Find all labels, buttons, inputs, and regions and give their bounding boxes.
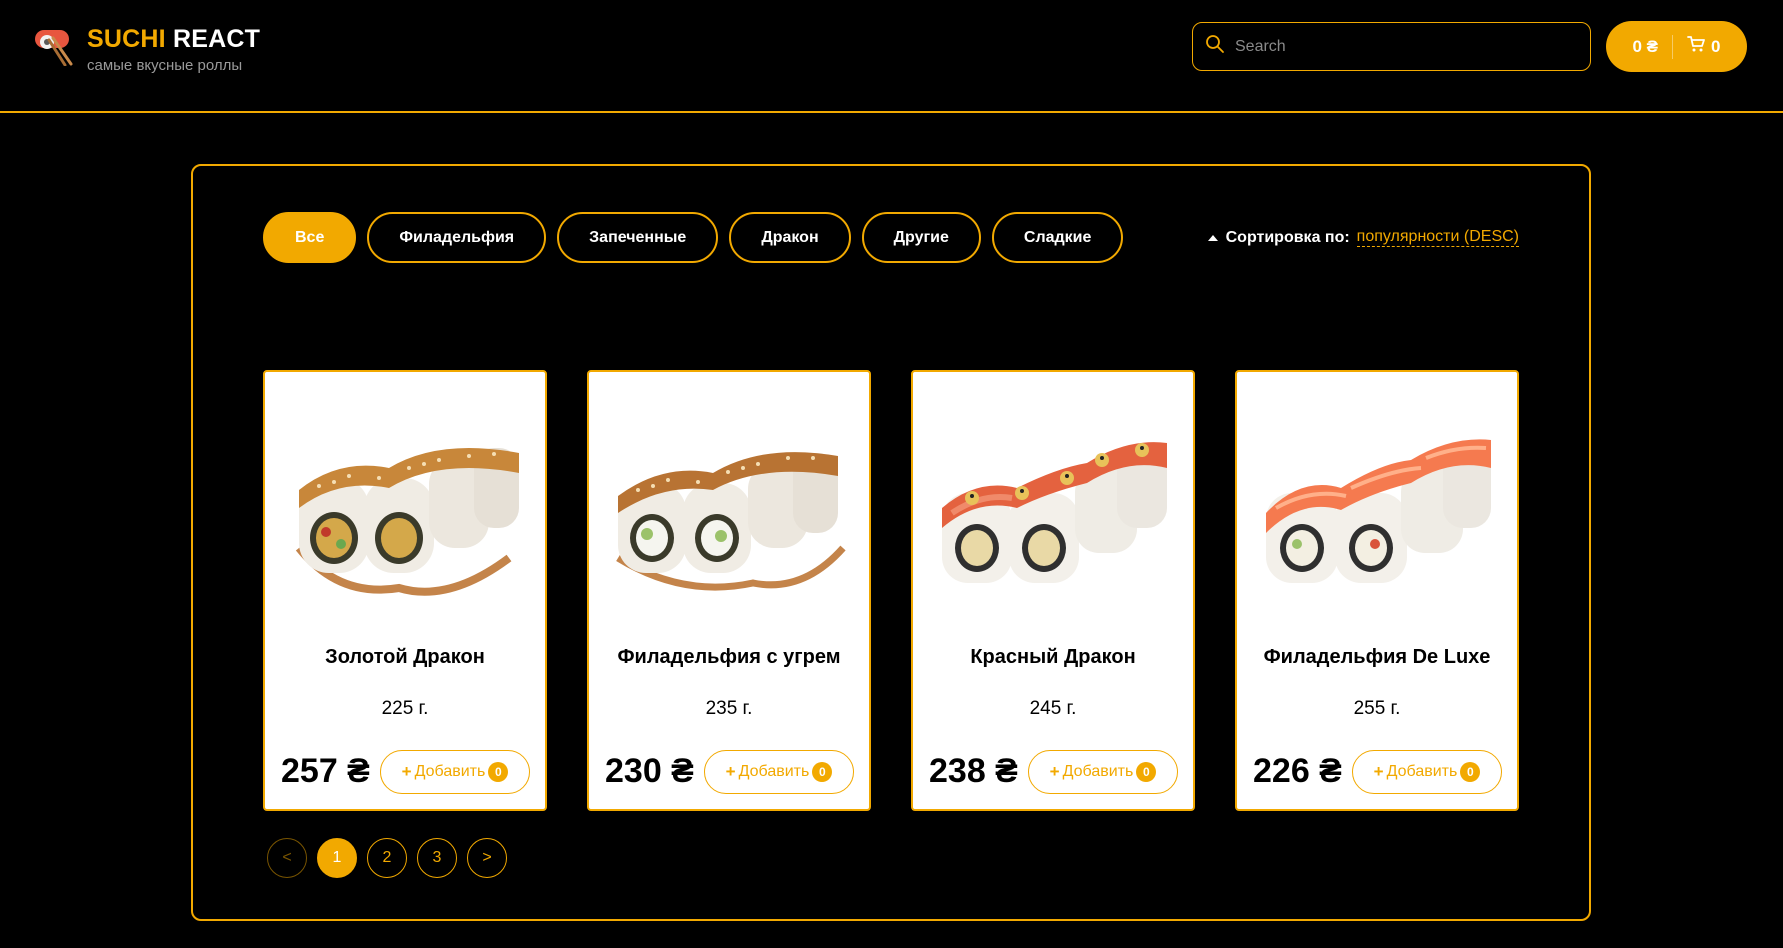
product-card: Золотой Дракон 225 г. 257 ₴ + Добавить 0: [263, 370, 547, 811]
cart-divider: [1672, 34, 1674, 59]
product-price: 230 ₴: [605, 752, 694, 790]
add-to-cart-button[interactable]: + Добавить 0: [1352, 750, 1502, 794]
category-philadelphia[interactable]: Филадельфия: [367, 212, 547, 263]
next-page-button[interactable]: >: [467, 838, 507, 878]
plus-icon: +: [1049, 762, 1060, 781]
sushi-chopsticks-icon: [33, 24, 75, 67]
product-card: Красный Дракон 245 г. 238 ₴ + Добавить 0: [911, 370, 1195, 811]
brand-rest: REACT: [172, 25, 261, 53]
product-weight: 225 г.: [381, 698, 429, 719]
add-to-cart-button[interactable]: + Добавить 0: [380, 750, 530, 794]
product-price: 226 ₴: [1253, 752, 1342, 790]
cart-count: 0: [1711, 36, 1721, 56]
category-baked[interactable]: Запеченные: [557, 212, 719, 263]
sort-value[interactable]: популярности (DESC): [1356, 228, 1519, 247]
brand-tagline: самые вкусные роллы: [87, 57, 243, 74]
product-name: Золотой Дракон: [325, 646, 485, 668]
add-label: Добавить: [1062, 763, 1134, 780]
item-count-badge: 0: [1136, 762, 1157, 782]
add-to-cart-button[interactable]: + Добавить 0: [1028, 750, 1178, 794]
search-box[interactable]: [1192, 22, 1591, 71]
item-count-badge: 0: [812, 762, 833, 782]
cart-button[interactable]: 0 ₴ 0: [1606, 21, 1747, 72]
product-name: Филадельфия с угрем: [617, 646, 841, 668]
category-dragon[interactable]: Дракон: [729, 212, 851, 263]
plus-icon: +: [1373, 762, 1384, 781]
plus-icon: +: [725, 762, 736, 781]
product-price: 257 ₴: [281, 752, 370, 790]
header: SUCHI REACT самые вкусные роллы 0 ₴: [0, 0, 1783, 113]
product-grid: Золотой Дракон 225 г. 257 ₴ + Добавить 0: [263, 370, 1519, 811]
product-image: [279, 398, 533, 608]
product-card: Филадельфия с угрем 235 г. 230 ₴ + Добав…: [587, 370, 871, 811]
logo[interactable]: SUCHI REACT самые вкусные роллы: [33, 24, 260, 74]
sort-control: Сортировка по: популярности (DESC): [1207, 228, 1519, 247]
add-label: Добавить: [414, 763, 486, 780]
add-label: Добавить: [738, 763, 810, 780]
catalog-panel: Все Филадельфия Запеченные Дракон Другие…: [191, 164, 1591, 921]
add-to-cart-button[interactable]: + Добавить 0: [704, 750, 854, 794]
add-label: Добавить: [1386, 763, 1458, 780]
brand-accent: SUCHI: [87, 25, 166, 53]
page-2-button[interactable]: 2: [367, 838, 407, 878]
plus-icon: +: [401, 762, 412, 781]
search-icon: [1205, 34, 1225, 59]
product-card: Филадельфия De Luxe 255 г. 226 ₴ + Добав…: [1235, 370, 1519, 811]
item-count-badge: 0: [488, 762, 509, 782]
cart-total: 0 ₴: [1632, 36, 1659, 56]
page-3-button[interactable]: 3: [417, 838, 457, 878]
category-sweet[interactable]: Сладкие: [991, 212, 1124, 263]
product-image: [1251, 398, 1505, 608]
cart-icon: [1687, 35, 1705, 58]
prev-page-button[interactable]: <: [267, 838, 307, 878]
page-1-button[interactable]: 1: [317, 838, 357, 878]
search-input[interactable]: [1235, 37, 1565, 56]
product-name: Красный Дракон: [970, 646, 1136, 668]
product-price: 238 ₴: [929, 752, 1018, 790]
item-count-badge: 0: [1460, 762, 1481, 782]
pagination: < 1 2 3 >: [267, 838, 507, 878]
product-weight: 255 г.: [1353, 698, 1401, 719]
brand-title: SUCHI REACT: [87, 24, 260, 54]
category-tabs: Все Филадельфия Запеченные Дракон Другие…: [263, 212, 1124, 263]
product-image: [603, 398, 857, 608]
product-weight: 235 г.: [705, 698, 753, 719]
sort-direction-icon[interactable]: [1207, 234, 1218, 241]
category-other[interactable]: Другие: [861, 212, 981, 263]
category-all[interactable]: Все: [263, 212, 357, 263]
sort-label: Сортировка по:: [1225, 228, 1350, 246]
product-image: [927, 398, 1181, 608]
product-name: Филадельфия De Luxe: [1263, 646, 1491, 668]
product-weight: 245 г.: [1029, 698, 1077, 719]
